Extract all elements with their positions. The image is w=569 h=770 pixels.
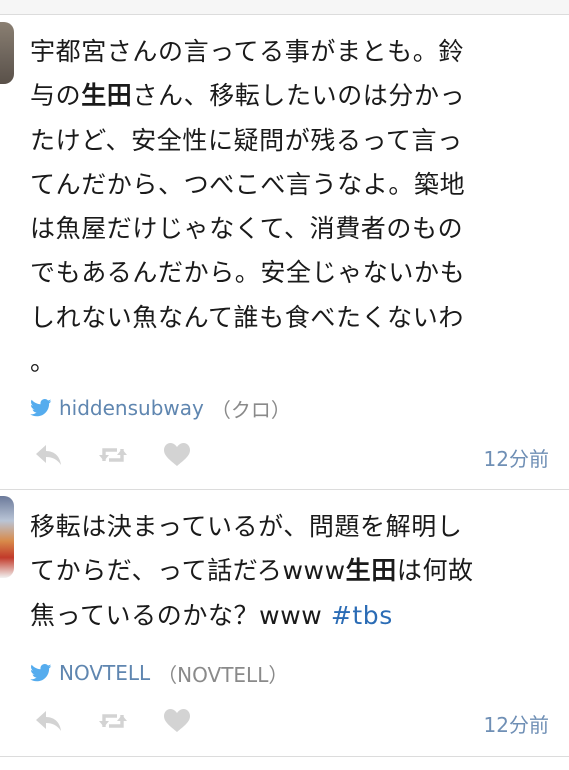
bold-name: 生田 — [81, 81, 133, 111]
separator — [0, 756, 569, 757]
tweet-line: は魚屋だけじゃなくて、消費者のもの — [30, 214, 464, 244]
tweet-line: 焦っているのかな？www #tbs — [30, 594, 552, 638]
text-span: さん、移転したいのは分かっ — [132, 81, 466, 111]
tweet-text: 移転は決まっているが、問題を解明し てからだ、って話だろwww生田は何故 焦って… — [30, 505, 552, 638]
avatar[interactable] — [0, 22, 14, 84]
favorite-heart-icon[interactable] — [162, 442, 192, 468]
tweet-actions — [34, 440, 192, 470]
username: hiddensubway — [59, 396, 204, 420]
tweet-line: たけど、安全性に疑問が残るって言っ — [30, 125, 463, 155]
tweet-actions — [34, 706, 192, 736]
tweet-line: てからだ、って話だろwww生田は何故 — [30, 549, 552, 593]
separator — [0, 14, 569, 15]
tweet-line: てんだから、つべこべ言うなよ。築地 — [30, 169, 466, 199]
hashtag-link[interactable]: #tbs — [331, 601, 393, 630]
tweet-line: 移転は決まっているが、問題を解明し — [30, 512, 463, 541]
text-span: 焦っているのかな？www — [30, 600, 331, 630]
bold-name: 生田 — [345, 556, 397, 586]
tweet-line: しれない魚なんて誰も食べたくないわ — [30, 302, 464, 332]
display-name: （クロ） — [210, 397, 291, 422]
reply-icon[interactable] — [34, 708, 64, 734]
separator — [0, 489, 569, 490]
username: NOVTELL — [59, 661, 151, 685]
retweet-icon[interactable] — [98, 442, 128, 468]
avatar[interactable] — [0, 496, 14, 578]
twitter-bird-icon — [30, 399, 52, 417]
text-span: てからだ、って話だろwww — [30, 556, 346, 586]
tweet-author[interactable]: hiddensubway （クロ） — [30, 395, 291, 422]
text-span: は何故 — [396, 556, 474, 586]
tweet-line: 与の生田さん、移転したいのは分かっ — [30, 74, 552, 118]
retweet-icon[interactable] — [98, 708, 128, 734]
text-span: 与の — [30, 81, 82, 111]
reply-icon[interactable] — [34, 442, 64, 468]
top-strip — [0, 0, 569, 14]
tweet-line: でもあるんだから。安全じゃないかも — [30, 258, 466, 288]
tweet-timestamp: 12分前 — [483, 713, 549, 737]
tweet-timestamp: 12分前 — [483, 447, 549, 471]
favorite-heart-icon[interactable] — [162, 708, 192, 734]
tweet-line: 宇都宮さんの言ってる事がまとも。鈴 — [30, 37, 464, 66]
tweet-text: 宇都宮さんの言ってる事がまとも。鈴 与の生田さん、移転したいのは分かっ たけど、… — [30, 30, 552, 384]
tweet-line: 。 — [30, 347, 56, 377]
display-name: （NOVTELL） — [157, 662, 289, 687]
tweet-author[interactable]: NOVTELL （NOVTELL） — [30, 660, 289, 687]
twitter-bird-icon — [30, 664, 52, 682]
